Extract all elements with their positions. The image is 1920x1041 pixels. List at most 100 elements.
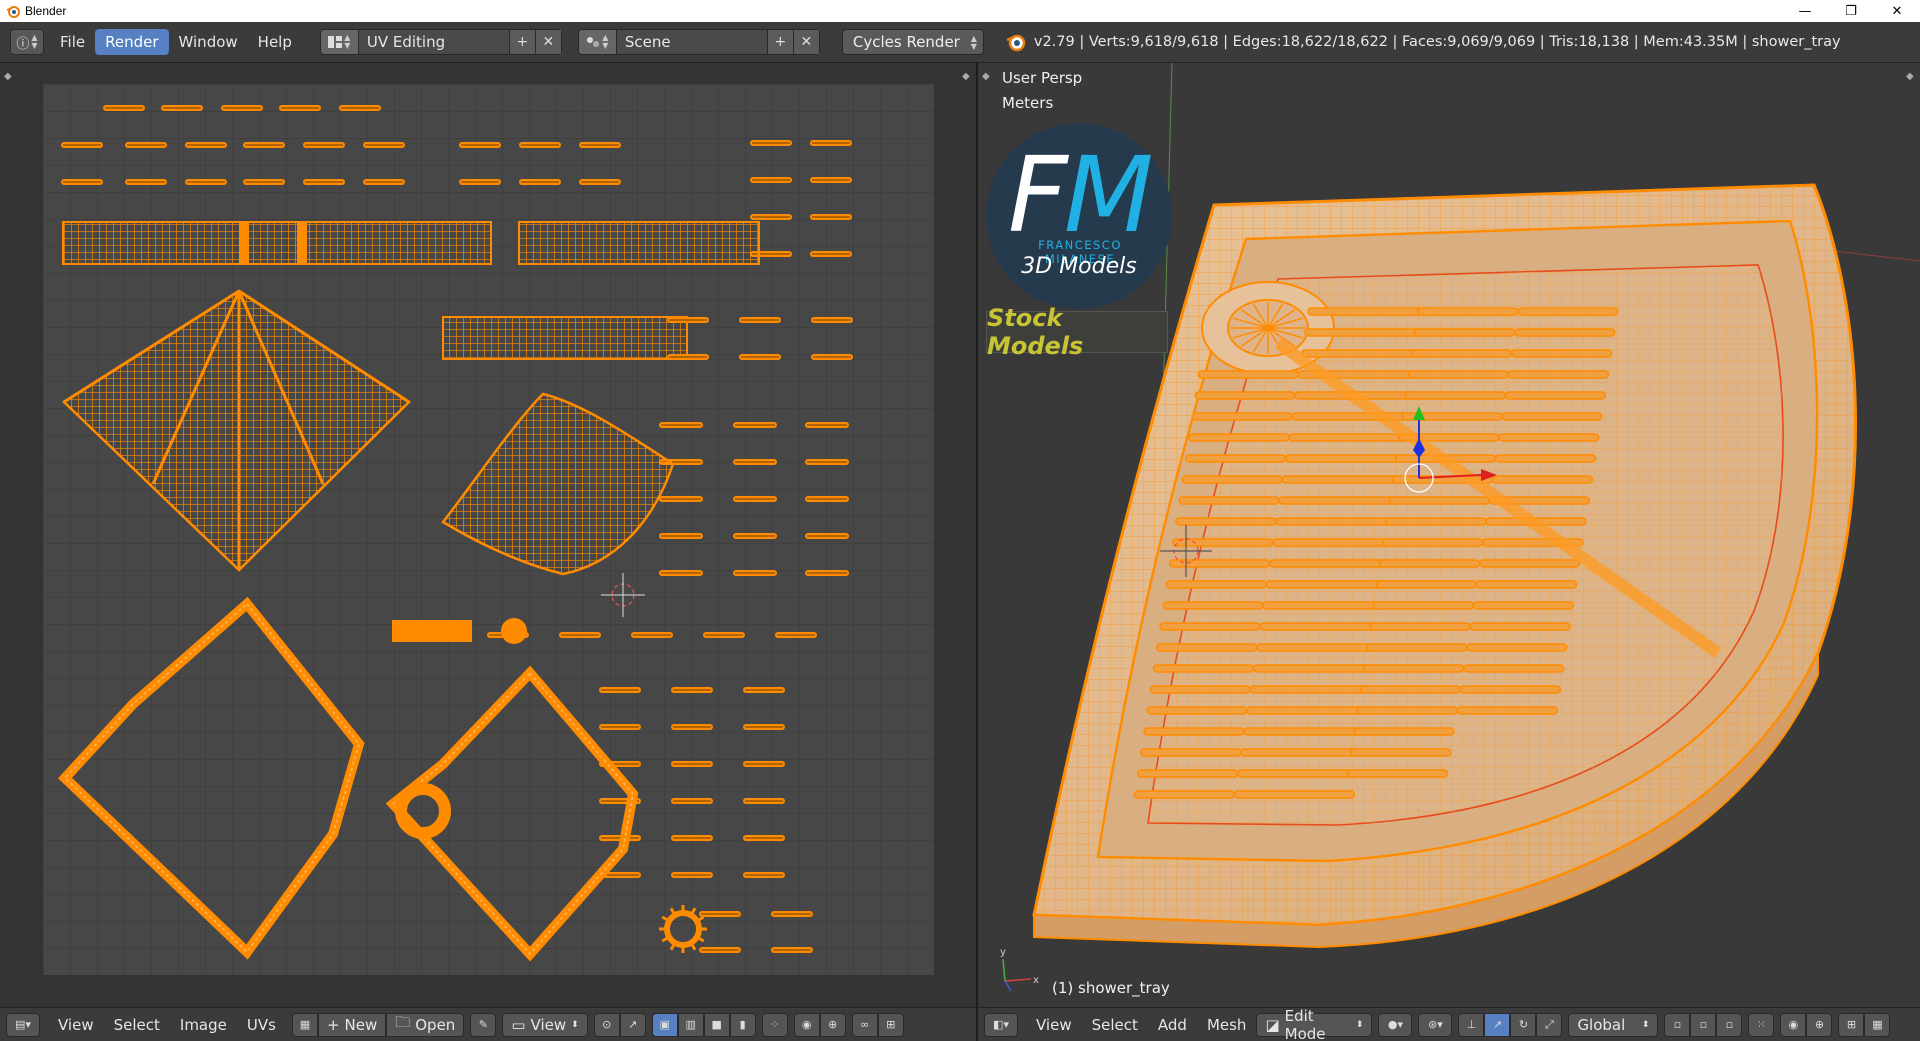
tray-slot[interactable] [1168, 559, 1271, 568]
menu-window[interactable]: Window [169, 29, 248, 55]
tray-slot[interactable] [1459, 685, 1562, 694]
tray-slot[interactable] [1143, 727, 1245, 736]
tray-slot[interactable] [1159, 622, 1261, 631]
vp-menu-mesh[interactable]: Mesh [1197, 1012, 1257, 1038]
tray-slot[interactable] [1175, 517, 1277, 526]
face-select-icon[interactable]: ■ [703, 1012, 730, 1037]
uv-menu-image[interactable]: Image [170, 1012, 237, 1038]
add-scene-button[interactable]: + [766, 30, 793, 54]
layout-grid-icon[interactable]: ▲ ▼ [320, 30, 359, 54]
tray-slot[interactable] [1236, 769, 1359, 778]
tray-slot[interactable] [1304, 328, 1426, 337]
tray-slot[interactable] [1265, 580, 1388, 589]
tray-slot[interactable] [1252, 664, 1375, 673]
maximize-button[interactable]: ❐ [1828, 0, 1874, 22]
tray-slot[interactable] [1136, 769, 1239, 778]
uv-grid-island[interactable] [518, 221, 760, 265]
view-mode-selector[interactable]: ▭ View ⬍ [502, 1012, 588, 1037]
menu-render[interactable]: Render [95, 29, 169, 55]
tray-slot[interactable] [1172, 538, 1274, 547]
vertex-select-icon[interactable]: ▣ [651, 1012, 678, 1037]
pivot-point-icon[interactable]: ⊛▾ [1418, 1012, 1453, 1037]
tray-slot[interactable] [1510, 349, 1613, 358]
uv-small-island[interactable] [501, 618, 527, 644]
island-select-icon[interactable]: ▮ [729, 1012, 756, 1037]
tray-slot[interactable] [1165, 580, 1268, 589]
tray-slot[interactable] [1197, 370, 1300, 379]
remove-screen-button[interactable]: ✕ [534, 30, 561, 54]
uv-image-editor[interactable]: ◆ ◆ [0, 63, 976, 1007]
scene-name[interactable]: Scene [616, 30, 767, 54]
tray-slot[interactable] [1372, 601, 1474, 610]
menu-help[interactable]: Help [248, 29, 302, 55]
tray-slot[interactable] [1382, 538, 1484, 547]
minimize-button[interactable]: — [1782, 0, 1828, 22]
tray-slot[interactable] [1233, 790, 1356, 799]
tray-slot[interactable] [1469, 622, 1571, 631]
tray-slot[interactable] [1514, 328, 1616, 337]
layer-1-icon[interactable]: ▫ [1664, 1012, 1691, 1037]
region-toggle-arrow-icon[interactable]: ◆ [4, 71, 12, 82]
tray-slot[interactable] [1378, 559, 1481, 568]
tray-slot[interactable] [1281, 475, 1404, 484]
snap-element-icon[interactable]: ⊞ [1838, 1012, 1865, 1037]
tray-slot[interactable] [1133, 790, 1236, 799]
tray-slot[interactable] [1356, 706, 1458, 715]
tray-slot[interactable] [1181, 475, 1284, 484]
scale-manipulator-icon[interactable]: ⤢ [1536, 1012, 1563, 1037]
screen-layout-selector[interactable]: ▲ ▼ UV Editing + ✕ [319, 29, 562, 55]
tray-slot[interactable] [1517, 307, 1619, 316]
tray-slot[interactable] [1501, 412, 1603, 421]
tray-slot[interactable] [1184, 454, 1287, 463]
tray-slot[interactable] [1362, 664, 1465, 673]
tray-slot[interactable] [1249, 685, 1372, 694]
mode-selector[interactable]: ◪ Edit Mode ⬍ [1256, 1007, 1373, 1041]
manipulator-toggle-icon[interactable]: ⊥ [1458, 1012, 1485, 1037]
tray-slot[interactable] [1300, 349, 1423, 358]
uv-grid-island[interactable] [442, 316, 688, 360]
editor-type-image-icon[interactable]: ▤▾ [6, 1012, 40, 1037]
tray-slot[interactable] [1507, 370, 1610, 379]
tray-slot[interactable] [1275, 517, 1397, 526]
tray-slot[interactable] [1191, 412, 1293, 421]
edge-select-icon[interactable]: ▥ [677, 1012, 704, 1037]
tray-slot[interactable] [1475, 580, 1578, 589]
editor-type-selector[interactable]: ⓘ ▲ ▼ [10, 29, 44, 55]
vp-menu-select[interactable]: Select [1082, 1012, 1148, 1038]
scene-icon[interactable]: ▲ ▼ [578, 30, 617, 54]
screen-layout-name[interactable]: UV Editing [358, 30, 509, 54]
vp-menu-add[interactable]: Add [1148, 1012, 1197, 1038]
tray-slot[interactable] [1417, 307, 1519, 316]
tray-slot[interactable] [1472, 601, 1574, 610]
pivot-icon[interactable]: ⊙ [593, 1012, 620, 1037]
tray-slot[interactable] [1404, 391, 1506, 400]
tray-slot[interactable] [1410, 349, 1513, 358]
menu-file[interactable]: File [50, 29, 95, 55]
tray-slot[interactable] [1288, 433, 1410, 442]
tray-slot[interactable] [1478, 559, 1581, 568]
drain-icon[interactable] [1201, 281, 1335, 375]
occlude-geometry-icon[interactable]: ⁙ [1748, 1012, 1775, 1037]
tray-slot[interactable] [1350, 748, 1452, 757]
rotate-manipulator-icon[interactable]: ↻ [1510, 1012, 1537, 1037]
uv-menu-select[interactable]: Select [104, 1012, 170, 1038]
editor-type-3d-icon[interactable]: ◧▾ [984, 1012, 1018, 1037]
open-image-button[interactable]: 🗀 Open [386, 1012, 465, 1037]
uv-menu-uvs[interactable]: UVs [237, 1012, 286, 1038]
tray-slot[interactable] [1494, 454, 1597, 463]
region-toggle-arrow-icon[interactable]: ◆ [1906, 71, 1914, 82]
vp-menu-view[interactable]: View [1026, 1012, 1082, 1038]
snap-icon[interactable]: ⊕ [819, 1012, 846, 1037]
tray-slot[interactable] [1491, 475, 1594, 484]
proportional-edit-icon[interactable]: ◉ [793, 1012, 820, 1037]
layer-3-icon[interactable]: ▫ [1716, 1012, 1743, 1037]
scene-selector[interactable]: ▲ ▼ Scene + ✕ [577, 29, 820, 55]
tray-slot[interactable] [1462, 664, 1565, 673]
link-icon[interactable]: ∞ [851, 1012, 878, 1037]
tray-slot[interactable] [1262, 601, 1384, 610]
uv-menu-view[interactable]: View [48, 1012, 104, 1038]
snap-icon[interactable]: ⊕ [1806, 1012, 1833, 1037]
tray-slot[interactable] [1366, 643, 1468, 652]
tray-slot[interactable] [1256, 643, 1378, 652]
tray-slot[interactable] [1498, 433, 1600, 442]
